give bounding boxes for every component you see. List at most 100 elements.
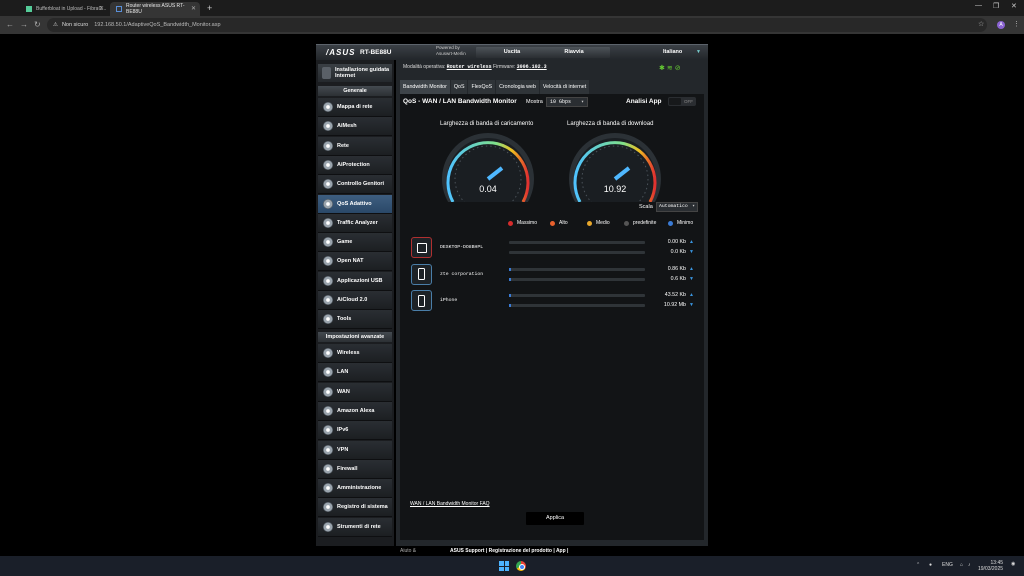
applicazioni-usb-icon (323, 275, 333, 286)
sidebar-item-amazon-alexa[interactable]: Amazon Alexa (318, 401, 392, 421)
sidebar-item-firewall[interactable]: Firewall (318, 459, 392, 479)
monitor-icon[interactable] (411, 237, 432, 258)
browser-tab-router[interactable]: Router wireless ASUS RT-BE88U ✕ (110, 2, 200, 16)
tab-label: Bufferbloat in Upload - FibraC... (36, 6, 107, 12)
faq-link[interactable]: WAN / LAN Bandwidth Monitor FAQ (410, 501, 490, 507)
chrome-icon[interactable] (516, 561, 526, 571)
tab-web-history[interactable]: Cronologia web (496, 80, 539, 94)
bookmark-star-icon[interactable]: ☆ (978, 20, 984, 28)
sidebar-item-amministrazione[interactable]: Amministrazione (318, 479, 392, 499)
sidebar-item-wan[interactable]: WAN (318, 382, 392, 402)
sidebar-item-applicazioni-usb[interactable]: Applicazioni USB (318, 271, 392, 291)
taskbar: ⌃ ● ENG ⌂ ♪ 13:45 19/03/2025 ◉ (0, 556, 1024, 576)
powered-by: Powered by Asuswrt-Merlin (436, 45, 466, 56)
address-bar[interactable]: ⚠ Non sicuro 192.168.50.1/AdaptiveQoS_Ba… (47, 18, 987, 32)
sidebar-item-aiprotection[interactable]: AiProtection (318, 155, 392, 175)
back-icon[interactable]: ← (6, 20, 14, 29)
language-select[interactable]: Italiano (663, 49, 682, 55)
legend-item: Medio (587, 220, 610, 226)
support-links[interactable]: ASUS Support | Registrazione del prodott… (450, 548, 568, 554)
language-indicator[interactable]: ENG (942, 562, 953, 568)
windows-start-icon[interactable] (499, 561, 509, 571)
sidebar-item-game[interactable]: Game (318, 233, 392, 253)
volume-icon[interactable]: ♪ (968, 562, 971, 568)
main-tabs: Bandwidth Monitor QoS FlexQoS Cronologia… (400, 80, 590, 94)
tray-chevron-icon[interactable]: ⌃ (916, 562, 920, 568)
minimize-icon[interactable]: — (975, 2, 982, 9)
sidebar-item-label: Controllo Genitori (337, 181, 385, 188)
apply-button[interactable]: Applica (526, 512, 584, 525)
tab-internet-speed[interactable]: Velocità di internet (539, 80, 590, 94)
sidebar-item-traffic-analyzer[interactable]: Traffic Analyzer (318, 213, 392, 233)
sidebar-item-aimesh[interactable]: AiMesh (318, 117, 392, 137)
usb-icon[interactable]: ⊘ (675, 65, 683, 72)
page-title: QoS - WAN / LAN Bandwidth Monitor (403, 98, 517, 105)
device-up-rate: 0.00 Kb (667, 239, 686, 245)
avatar[interactable]: A (997, 21, 1005, 29)
sidebar-item-wireless[interactable]: Wireless (318, 344, 392, 363)
firmware-link[interactable]: 3006.102.3 (517, 64, 547, 70)
device-download-bar (509, 277, 645, 281)
window-close-icon[interactable]: ✕ (1011, 2, 1017, 10)
menu-icon[interactable]: ⋮ (1013, 20, 1020, 28)
tab-qos[interactable]: QoS (450, 80, 468, 94)
close-icon[interactable]: ✕ (191, 5, 196, 12)
new-tab-icon[interactable]: + (207, 3, 212, 13)
help-label: Aiuto & (400, 548, 417, 554)
tab-flexqos[interactable]: FlexQoS (468, 80, 496, 94)
tab-bandwidth-monitor[interactable]: Bandwidth Monitor (400, 80, 450, 94)
ipv6-icon (323, 425, 333, 436)
strumenti-di-rete-icon (323, 521, 333, 532)
sidebar-item-label: WAN (337, 388, 350, 395)
device-glyph (418, 268, 425, 280)
microphone-icon[interactable]: ● (929, 562, 932, 568)
sidebar-item-aicloud-2-0[interactable]: AiCloud 2.0 (318, 291, 392, 310)
quick-setup-button[interactable]: Installazione guidata Internet (318, 64, 392, 82)
general-header: Generale (318, 86, 392, 96)
arrow-up-icon: ▲ (689, 292, 694, 298)
app-analysis-toggle[interactable]: OFF (668, 97, 696, 106)
sidebar-item-open-nat[interactable]: Open NAT (318, 252, 392, 272)
legend-item: Minimo (668, 220, 693, 226)
sidebar-item-qos-adattivo[interactable]: QoS Adattivo (318, 194, 392, 214)
reboot-button[interactable]: Riavvia (538, 47, 610, 58)
sidebar-item-mappa-di-rete[interactable]: Mappa di rete (318, 98, 392, 117)
rete-icon (323, 140, 333, 151)
sidebar: Installazione guidata Internet Generale … (316, 60, 394, 546)
scale-select[interactable]: Automatico (656, 202, 698, 212)
network-status-icon[interactable]: ✱ (659, 65, 667, 72)
device-up-rate: 43.52 Kb (664, 292, 686, 298)
clock[interactable]: 13:45 19/03/2025 (978, 560, 1003, 572)
phone-icon[interactable] (411, 290, 432, 311)
notification-icon[interactable]: ◉ (1011, 561, 1015, 567)
network-icon[interactable]: ⌂ (960, 562, 963, 568)
close-icon[interactable]: ✕ (99, 5, 104, 12)
wifi-icon[interactable]: ≋ (667, 65, 675, 72)
wireless-icon (323, 348, 333, 358)
device-down-rate: 0.0 Kb (670, 249, 686, 255)
sidebar-item-rete[interactable]: Rete (318, 136, 392, 156)
show-select[interactable]: 10 Gbps (546, 97, 588, 107)
sidebar-item-label: Tools (337, 316, 352, 323)
sidebar-item-label: Rete (337, 142, 349, 149)
device-up-rate: 0.86 Kb (667, 265, 686, 272)
forward-icon[interactable]: → (20, 20, 28, 29)
sidebar-item-vpn[interactable]: VPN (318, 440, 392, 460)
reload-icon[interactable]: ↻ (34, 20, 41, 29)
traffic-analyzer-icon (323, 217, 333, 228)
sidebar-item-strumenti-di-rete[interactable]: Strumenti di rete (318, 517, 392, 537)
sidebar-item-tools[interactable]: Tools (318, 310, 392, 330)
chevron-down-icon[interactable]: ▼ (696, 49, 701, 55)
sidebar-item-registro-di-sistema[interactable]: Registro di sistema (318, 498, 392, 518)
sidebar-item-controllo-genitori[interactable]: Controllo Genitori (318, 175, 392, 195)
vpn-icon (323, 444, 333, 455)
address-toolbar: ← → ↻ ⚠ Non sicuro 192.168.50.1/Adaptive… (0, 16, 1024, 34)
op-mode-link[interactable]: Router wireless (447, 64, 492, 70)
browser-tab-bufferbloat[interactable]: Bufferbloat in Upload - FibraC... ✕ (20, 2, 108, 16)
legend-item: Alto (550, 220, 568, 226)
sidebar-item-lan[interactable]: LAN (318, 363, 392, 383)
maximize-icon[interactable]: ❐ (993, 2, 999, 10)
phone-icon[interactable] (411, 263, 432, 285)
scale-label: Scala (639, 204, 653, 210)
sidebar-item-ipv6[interactable]: IPv6 (318, 421, 392, 441)
